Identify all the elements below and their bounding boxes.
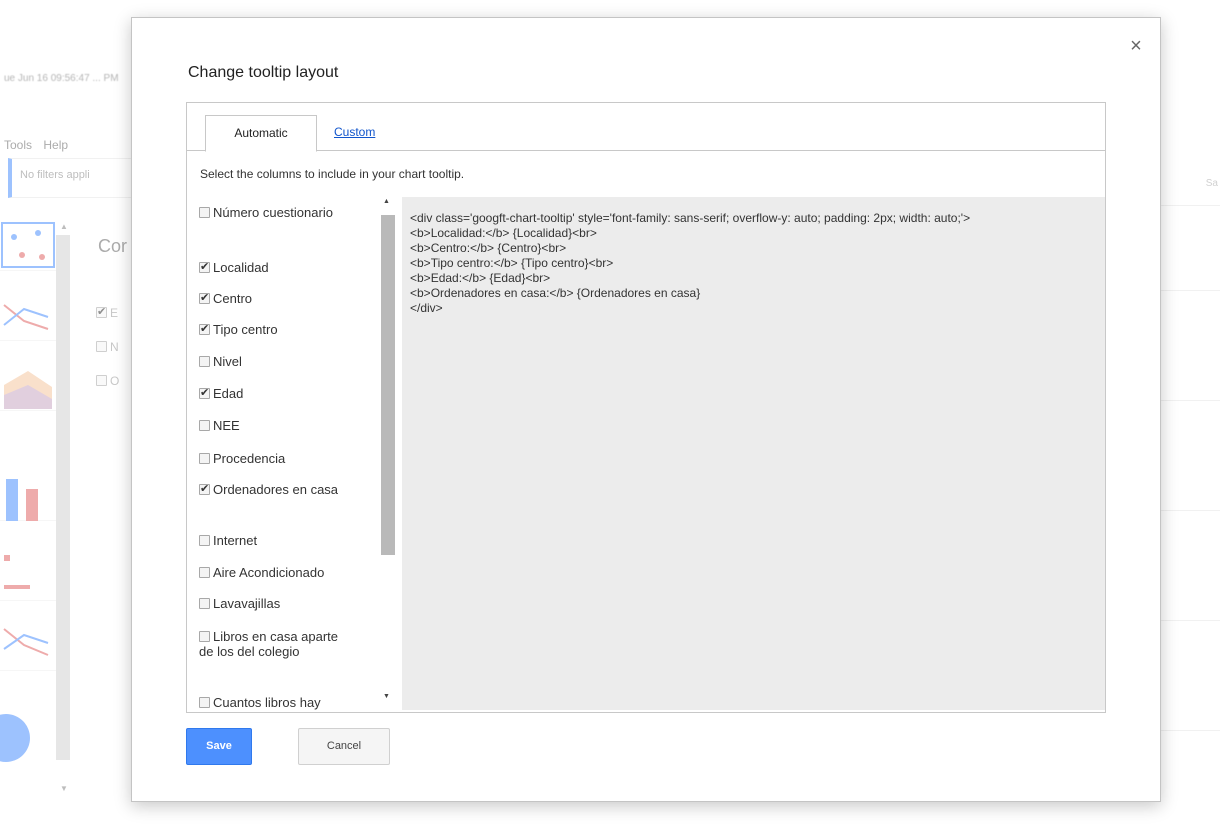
background-right-text: Sa	[1205, 178, 1218, 189]
scroll-thumb[interactable]	[381, 215, 395, 555]
checkbox[interactable]	[199, 567, 210, 578]
column-option[interactable]: Edad	[199, 386, 374, 401]
background-heading: Cor	[98, 236, 128, 256]
background-chart-thumbnails	[0, 215, 60, 815]
background-option-e[interactable]: E	[96, 305, 118, 320]
column-list: Número cuestionario Localidad Centro Tip…	[187, 195, 397, 712]
column-chart-icon	[4, 555, 30, 589]
tab-automatic[interactable]: Automatic	[205, 115, 317, 152]
area-chart-icon	[4, 371, 52, 409]
column-list-scrollbar[interactable]: ▲ ▼	[378, 195, 395, 712]
bar-chart-icon	[6, 479, 38, 521]
column-option[interactable]: Centro	[199, 291, 374, 306]
column-option-label: Lavavajillas	[213, 596, 281, 611]
column-option-label: Cuantos libros hay	[213, 695, 321, 710]
menu-tools[interactable]: Tools	[4, 138, 32, 152]
column-option[interactable]: NEE	[199, 418, 374, 433]
divider	[1155, 400, 1220, 401]
column-option-label: Procedencia	[213, 451, 286, 466]
tooltip-panel: Automatic Custom Select the columns to i…	[186, 102, 1106, 713]
tooltip-code-editor[interactable]: <div class='googft-chart-tooltip' style=…	[402, 197, 1105, 710]
thumb-scatter[interactable]	[0, 215, 56, 271]
thumb-column[interactable]	[0, 545, 56, 601]
column-option[interactable]: Libros en casa aparte de los del colegio	[199, 629, 354, 659]
background-scrollbar[interactable]	[56, 235, 70, 760]
column-option-label: Número cuestionario	[213, 205, 333, 220]
save-button[interactable]: Save	[186, 728, 252, 765]
thumb-line[interactable]	[0, 285, 56, 341]
menu-help[interactable]: Help	[43, 138, 68, 152]
cancel-button[interactable]: Cancel	[298, 728, 390, 765]
scroll-up-arrow-icon[interactable]: ▲	[378, 195, 395, 209]
column-option-label: Libros en casa aparte de los del colegio	[199, 629, 339, 659]
scroll-up-arrow-icon[interactable]: ▲	[60, 222, 68, 231]
checkbox[interactable]	[199, 482, 210, 496]
column-option-label: Aire Acondicionado	[213, 565, 325, 580]
background-menu: Tools Help	[4, 138, 76, 152]
checkbox[interactable]	[199, 535, 210, 546]
column-option-label: Tipo centro	[213, 322, 278, 337]
dialog-title: Change tooltip layout	[188, 64, 339, 81]
column-option[interactable]: Procedencia	[199, 451, 374, 466]
column-option[interactable]: Internet	[199, 533, 374, 548]
line-chart-icon	[3, 628, 49, 656]
column-option-label: Nivel	[213, 354, 242, 369]
divider	[1155, 205, 1220, 206]
column-option-label: Internet	[213, 533, 258, 548]
column-option[interactable]: Ordenadores en casa	[199, 482, 364, 497]
instruction-text: Select the columns to include in your ch…	[200, 167, 465, 181]
divider	[1155, 510, 1220, 511]
tab-custom[interactable]: Custom	[334, 115, 375, 149]
column-option-label: Centro	[213, 291, 253, 306]
background-timestamp: ue Jun 16 09:56:47 ... PM	[4, 73, 119, 84]
checkbox[interactable]	[199, 356, 210, 367]
background-option-n[interactable]: N	[96, 340, 119, 354]
divider	[1155, 290, 1220, 291]
thumb-pie[interactable]	[0, 710, 56, 766]
column-option[interactable]: Cuantos libros hay	[199, 695, 374, 710]
close-icon[interactable]: ×	[1126, 36, 1146, 56]
checkbox[interactable]	[199, 207, 210, 218]
pie-chart-icon	[0, 714, 30, 762]
column-option[interactable]: Número cuestionario	[199, 205, 374, 220]
column-option[interactable]: Localidad	[199, 260, 374, 275]
checkbox[interactable]	[199, 420, 210, 431]
scroll-down-arrow-icon[interactable]: ▼	[60, 784, 68, 793]
column-option-label: Localidad	[213, 260, 269, 275]
column-option-label: Edad	[213, 386, 244, 401]
thumb-area[interactable]	[0, 355, 56, 411]
checkbox[interactable]	[199, 453, 210, 464]
background-filter: No filters appli	[8, 158, 133, 198]
checkbox[interactable]	[199, 260, 210, 274]
checkbox[interactable]	[199, 291, 210, 305]
background-filter-text: No filters appli	[20, 169, 90, 181]
column-option[interactable]: Aire Acondicionado	[199, 565, 374, 580]
thumb-line-2[interactable]	[0, 615, 56, 671]
scroll-down-arrow-icon[interactable]: ▼	[378, 690, 395, 704]
tooltip-layout-dialog: × Change tooltip layout Automatic Custom…	[131, 17, 1161, 802]
checkbox[interactable]	[199, 631, 210, 642]
divider	[1155, 620, 1220, 621]
checkbox[interactable]	[199, 697, 210, 708]
checkbox[interactable]	[199, 598, 210, 609]
checkbox[interactable]	[199, 386, 210, 400]
tab-bar: Automatic Custom	[187, 103, 1105, 152]
column-option[interactable]: Lavavajillas	[199, 596, 374, 611]
thumb-bar[interactable]	[0, 465, 56, 521]
column-option[interactable]: Tipo centro	[199, 322, 374, 337]
column-option[interactable]: Nivel	[199, 354, 374, 369]
divider	[1155, 730, 1220, 731]
scatter-chart-icon	[1, 222, 55, 268]
line-chart-icon	[3, 304, 49, 330]
column-option-label: NEE	[213, 418, 240, 433]
checkbox[interactable]	[199, 322, 210, 336]
column-option-label: Ordenadores en casa	[213, 482, 339, 497]
background-option-o[interactable]: O	[96, 374, 119, 388]
